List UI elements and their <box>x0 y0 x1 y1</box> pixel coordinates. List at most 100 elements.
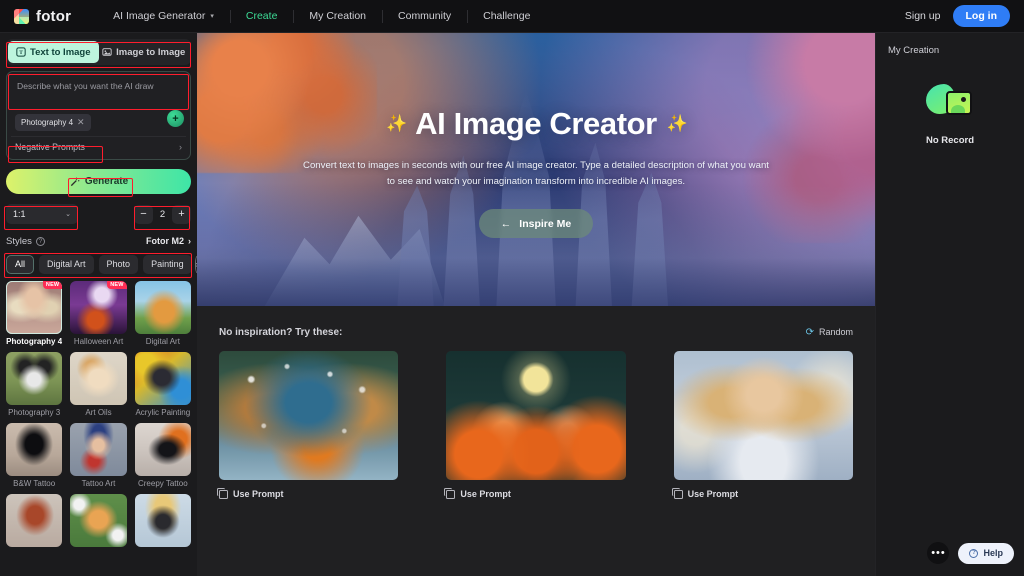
prompt-input[interactable]: Describe what you want the AI draw <box>11 76 186 110</box>
tab-text-to-image[interactable]: T Text to Image <box>8 41 99 63</box>
style-label: Digital Art <box>145 337 180 346</box>
aspect-ratio-value: 1:1 <box>13 209 26 219</box>
help-button[interactable]: ? Help <box>958 542 1014 564</box>
plus-icon: + <box>172 112 179 125</box>
style-card[interactable] <box>6 494 63 547</box>
chip-painting[interactable]: Painting <box>143 254 192 274</box>
fotor-logo-icon <box>14 8 29 24</box>
tag-label: Photography 4 <box>21 118 74 127</box>
style-label: Photography 3 <box>8 408 61 417</box>
nav-label: Create <box>245 10 278 22</box>
inspiration-card[interactable]: Use Prompt <box>444 351 626 499</box>
text-to-image-icon: T <box>16 47 26 57</box>
style-card[interactable]: Digital Art <box>134 281 191 346</box>
inspiration-image[interactable] <box>446 351 626 480</box>
page-title: ✨ AI Image Creator ✨ <box>386 106 688 142</box>
tab-image-to-image[interactable]: Image to Image <box>99 41 190 63</box>
inspiration-image[interactable] <box>673 351 853 480</box>
copy-icon <box>217 487 228 499</box>
style-card[interactable]: Photography 3 <box>6 352 63 417</box>
use-prompt-label: Use Prompt <box>460 489 511 499</box>
model-selector[interactable]: Fotor M2 › <box>146 236 191 246</box>
generation-controls: 1:1 ⌄ − 2 + <box>6 203 191 225</box>
style-tag-photography-4[interactable]: Photography 4 ✕ <box>15 114 91 131</box>
nav-ai-image-generator[interactable]: AI Image Generator ▾ <box>97 0 230 32</box>
generate-label: Generate <box>84 176 129 187</box>
style-label: Photography 4 <box>6 337 63 346</box>
aspect-ratio-select[interactable]: 1:1 ⌄ <box>6 204 78 224</box>
style-card[interactable]: Acrylic Painting <box>134 352 191 417</box>
chevron-down-icon: ▾ <box>210 13 214 20</box>
close-icon[interactable]: ✕ <box>77 117 85 128</box>
chip-digital-art[interactable]: Digital Art <box>39 254 94 274</box>
negative-prompts-row[interactable]: Negative Prompts › <box>11 136 186 155</box>
style-card[interactable]: NEW Photography 4 <box>6 281 63 346</box>
style-card[interactable]: Creepy Tattoo <box>134 423 191 488</box>
image-count-value: 2 <box>159 208 166 220</box>
style-card[interactable] <box>134 494 191 547</box>
style-thumbnail <box>134 423 191 476</box>
style-card[interactable]: Tattoo Art <box>70 423 127 488</box>
inspire-me-label: Inspire Me <box>519 217 572 230</box>
style-label: Creepy Tattoo <box>137 479 188 488</box>
use-prompt-button[interactable]: Use Prompt <box>444 487 625 499</box>
style-card[interactable]: Art Oils <box>70 352 127 417</box>
add-style-button[interactable]: + <box>167 110 184 127</box>
nav-label: Community <box>398 10 452 22</box>
chevron-right-icon: › <box>188 236 191 246</box>
nav-create[interactable]: Create <box>229 0 294 32</box>
tab-label: Image to Image <box>116 46 186 58</box>
top-header: fotor AI Image Generator ▾ Create My Cre… <box>0 0 1024 33</box>
nav-challenge[interactable]: Challenge <box>467 0 546 32</box>
style-thumbnail <box>6 352 63 405</box>
hero-subtitle: Convert text to images in seconds with o… <box>303 160 769 187</box>
inspire-me-button[interactable]: ← Inspire Me <box>478 209 594 239</box>
inspiration-grid: Use Prompt Use Prompt Use Prompt <box>217 351 853 499</box>
chips-next-button[interactable]: › <box>194 255 197 273</box>
login-button[interactable]: Log in <box>952 5 1010 27</box>
style-card[interactable]: NEW Halloween Art <box>70 281 127 346</box>
inspiration-card[interactable]: Use Prompt <box>671 351 853 499</box>
nav-label: AI Image Generator <box>113 10 206 22</box>
sparkle-icon: ✨ <box>666 114 688 133</box>
blonde-woman-art <box>673 351 853 480</box>
inspiration-image[interactable] <box>219 351 399 480</box>
style-label: Acrylic Painting <box>135 408 191 417</box>
kingfisher-splash-art <box>219 351 399 480</box>
halloween-shibas-art <box>446 351 626 480</box>
style-label: Tattoo Art <box>81 479 116 488</box>
chip-photo[interactable]: Photo <box>98 254 139 274</box>
hero-banner: ✨ AI Image Creator ✨ Convert text to ima… <box>197 33 875 306</box>
question-circle-icon: ? <box>969 548 979 558</box>
empty-gallery-frame <box>946 91 972 115</box>
inspiration-section: No inspiration? Try these: ⟳ Random Use … <box>197 306 875 499</box>
use-prompt-button[interactable]: Use Prompt <box>217 487 398 499</box>
question-mark-icon[interactable]: ? <box>35 236 45 246</box>
random-button[interactable]: ⟳ Random <box>806 327 853 338</box>
increment-button[interactable]: + <box>172 204 191 224</box>
nav-my-creation[interactable]: My Creation <box>293 0 382 32</box>
main-nav: AI Image Generator ▾ Create My Creation … <box>97 0 546 32</box>
style-thumbnail <box>70 494 127 547</box>
style-card[interactable]: B&W Tattoo <box>6 423 63 488</box>
my-creation-title: My Creation <box>888 45 940 56</box>
style-thumbnail <box>134 352 191 405</box>
style-thumbnail <box>6 423 63 476</box>
more-options-button[interactable]: ••• <box>927 542 950 564</box>
inspiration-card[interactable]: Use Prompt <box>217 351 399 499</box>
image-to-image-icon <box>102 48 112 56</box>
empty-gallery-icon <box>926 82 974 124</box>
brand-logo[interactable]: fotor <box>14 8 71 25</box>
styles-header: Styles ? Fotor M2 › <box>6 234 191 248</box>
style-card[interactable] <box>70 494 127 547</box>
nav-community[interactable]: Community <box>382 0 467 32</box>
image-count-stepper: − 2 + <box>134 204 191 224</box>
chip-all[interactable]: All <box>6 254 35 274</box>
style-thumbnail <box>134 494 191 547</box>
generate-button[interactable]: Generate <box>6 169 191 194</box>
signup-link[interactable]: Sign up <box>905 10 941 22</box>
decrement-button[interactable]: − <box>134 204 153 224</box>
arrow-left-icon: ← <box>500 217 512 230</box>
use-prompt-button[interactable]: Use Prompt <box>671 487 853 499</box>
style-thumbnail <box>6 494 63 547</box>
